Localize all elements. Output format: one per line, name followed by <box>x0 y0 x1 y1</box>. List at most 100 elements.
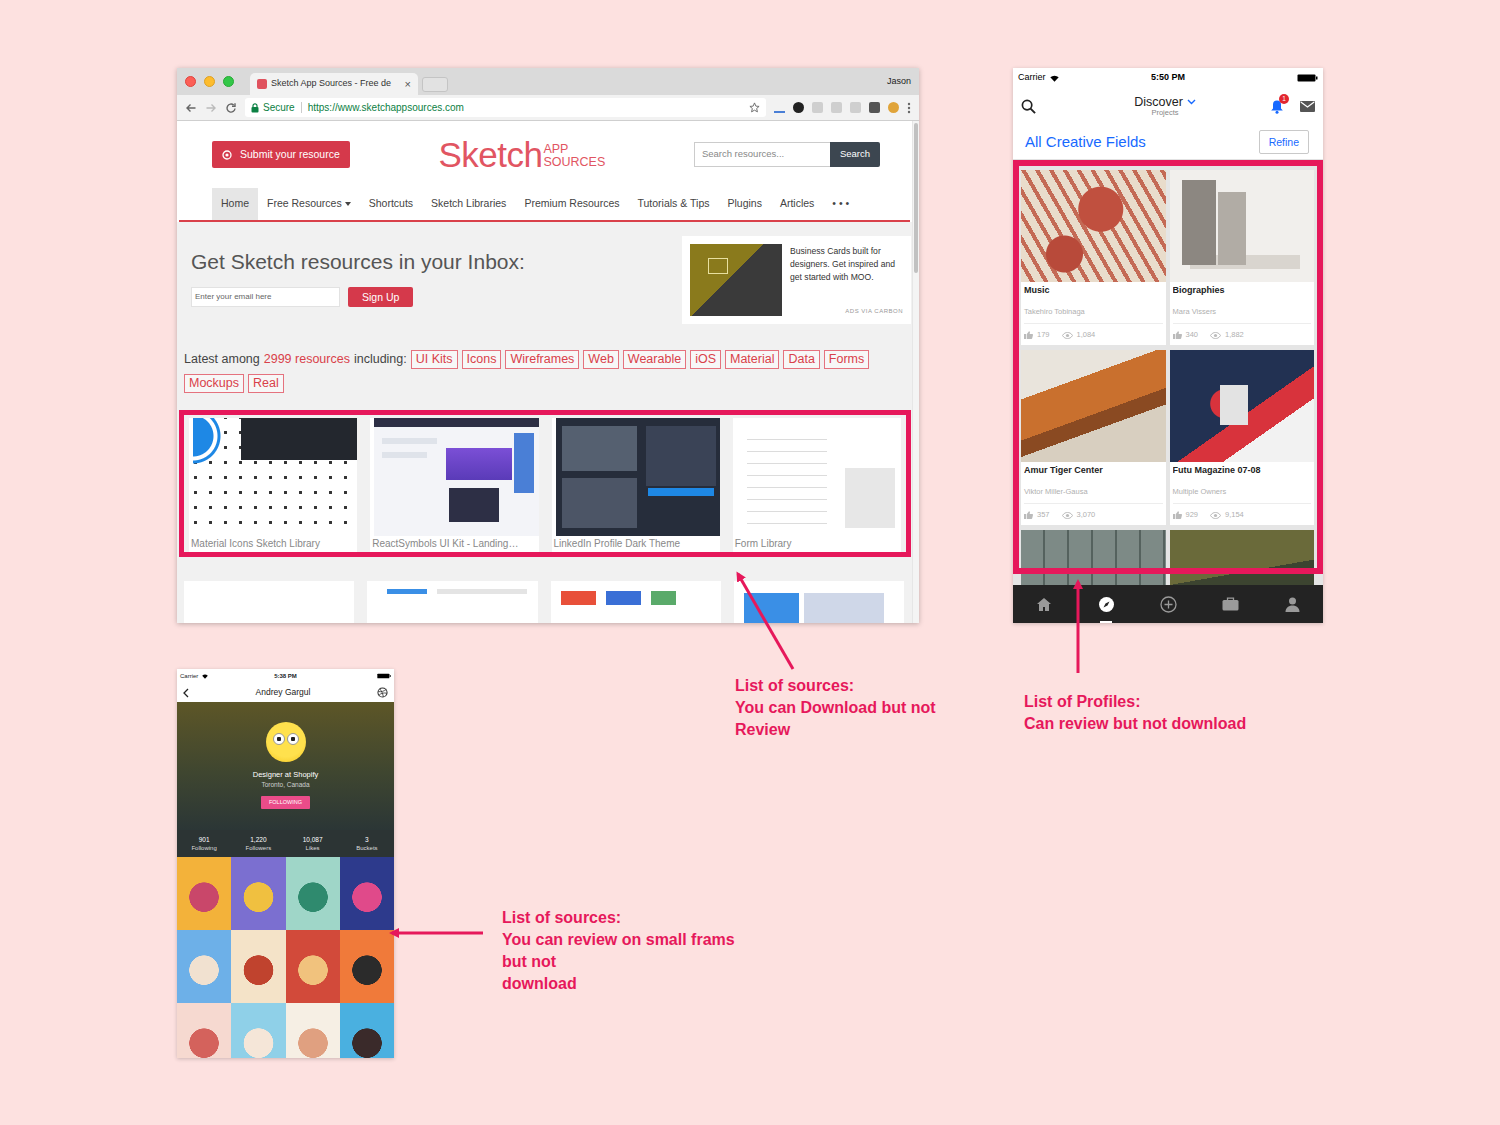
nav-item[interactable]: Premium Resources <box>515 188 628 220</box>
stat[interactable]: 3Buckets <box>340 836 394 852</box>
profile-name[interactable]: Jason <box>887 75 911 89</box>
nav-item[interactable]: Shortcuts <box>360 188 422 220</box>
reload-icon[interactable] <box>225 102 237 114</box>
minimize-button[interactable] <box>204 76 215 87</box>
tag-link[interactable]: Web <box>583 350 618 369</box>
extension-icon[interactable] <box>850 102 861 113</box>
extension-icon[interactable] <box>888 102 899 113</box>
extension-icon[interactable] <box>869 102 880 113</box>
shot-thumbnail[interactable] <box>340 1003 394 1058</box>
browser-tab[interactable]: Sketch App Sources - Free de× <box>250 73 418 95</box>
stat[interactable]: 901Following <box>177 836 231 852</box>
sign-up-button[interactable]: Sign Up <box>348 287 413 307</box>
discover-title[interactable]: DiscoverProjects <box>1134 96 1196 118</box>
shot-thumbnail[interactable] <box>286 930 340 1003</box>
menu-icon[interactable] <box>907 102 911 114</box>
tab-bar-item[interactable] <box>1024 585 1064 623</box>
resource-card[interactable]: ReactSymbols UI Kit - Landing… <box>370 418 538 552</box>
zoom-button[interactable] <box>223 76 234 87</box>
newsletter-form: Get Sketch resources in your Inbox:Sign … <box>184 236 525 307</box>
shot-thumbnail[interactable] <box>231 857 285 930</box>
tag-link[interactable]: Material <box>725 350 779 369</box>
submit-resource-button[interactable]: Submit your resource <box>212 141 350 169</box>
project-card[interactable]: Amur Tiger CenterViktor Miller-Gausa3573… <box>1021 350 1166 525</box>
project-card[interactable]: BiographiesMara Vissers3401,882 <box>1170 170 1315 345</box>
back-arrow-icon[interactable] <box>185 102 197 114</box>
project-card[interactable]: MusicTakehiro Tobinaga1791,084 <box>1021 170 1166 345</box>
project-card[interactable] <box>1170 530 1315 585</box>
resource-card[interactable] <box>551 581 721 623</box>
tag-link[interactable]: iOS <box>690 350 721 369</box>
tab-bar-item[interactable] <box>1272 585 1312 623</box>
extension-icon[interactable] <box>793 102 804 113</box>
resource-card[interactable] <box>734 581 904 623</box>
stat[interactable]: 1,220Followers <box>231 836 285 852</box>
nav-item[interactable]: Home <box>212 188 258 220</box>
creative-fields-filter[interactable]: All Creative Fields <box>1025 131 1146 154</box>
tag-link[interactable]: Wearable <box>623 350 686 369</box>
project-cover <box>1170 530 1315 585</box>
shot-thumbnail[interactable] <box>286 1003 340 1058</box>
stat[interactable]: 10,087Likes <box>286 836 340 852</box>
tab-bar-item[interactable] <box>1086 585 1126 623</box>
resource-card[interactable]: Form Library <box>733 418 901 552</box>
shot-thumbnail[interactable] <box>231 1003 285 1058</box>
shot-thumbnail[interactable] <box>286 857 340 930</box>
tag-link[interactable]: Forms <box>824 350 869 369</box>
shot-thumbnail[interactable] <box>340 930 394 1003</box>
tag-link[interactable]: Mockups <box>184 374 244 393</box>
nav-item[interactable]: Free Resources <box>258 188 360 220</box>
search-input[interactable] <box>694 142 830 167</box>
project-grid: MusicTakehiro Tobinaga1791,084Biographie… <box>1021 170 1314 585</box>
search-icon[interactable] <box>1021 99 1036 114</box>
tag-link[interactable]: UI Kits <box>411 350 458 369</box>
resource-thumbnail <box>737 418 901 536</box>
scrollbar-thumb[interactable] <box>914 123 918 273</box>
mail-icon[interactable] <box>1300 101 1315 112</box>
extension-icon[interactable] <box>812 102 823 113</box>
tag-link[interactable]: Real <box>248 374 284 393</box>
nav-item[interactable]: Sketch Libraries <box>422 188 515 220</box>
forward-arrow-icon[interactable] <box>205 102 217 114</box>
scrollbar[interactable] <box>912 121 919 623</box>
ad-box[interactable]: Business Cards built for designers. Get … <box>682 236 911 324</box>
tab-bar-item[interactable] <box>1210 585 1250 623</box>
tag-link[interactable]: Wireframes <box>505 350 579 369</box>
back-chevron-icon[interactable] <box>183 688 189 698</box>
browser-window: Sketch App Sources - Free de× Jason Secure… <box>177 68 919 623</box>
refine-button[interactable]: Refine <box>1259 130 1309 155</box>
notifications-bell-icon[interactable]: 1 <box>1270 99 1284 114</box>
stat-value: 1,220 <box>231 836 285 844</box>
shot-thumbnail[interactable] <box>177 930 231 1003</box>
tag-link[interactable]: Data <box>783 350 819 369</box>
nav-item[interactable]: Plugins <box>718 188 770 220</box>
following-button[interactable]: FOLLOWING <box>261 796 310 809</box>
dribbble-icon[interactable] <box>377 687 388 698</box>
search-button[interactable]: Search <box>830 142 880 167</box>
resource-card[interactable]: Material Icons Sketch Library <box>189 418 357 552</box>
resource-card[interactable] <box>367 581 537 623</box>
resource-card[interactable]: LinkedIn Profile Dark Theme <box>552 418 720 552</box>
shot-thumbnail[interactable] <box>177 857 231 930</box>
project-card[interactable] <box>1021 530 1166 585</box>
close-button[interactable] <box>185 76 196 87</box>
nav-item[interactable]: Tutorials & Tips <box>629 188 719 220</box>
site-logo[interactable]: SketchAPPSOURCES <box>438 137 605 172</box>
extension-icon[interactable] <box>831 102 842 113</box>
shot-thumbnail[interactable] <box>231 930 285 1003</box>
tab-close-button[interactable]: × <box>405 79 411 90</box>
resource-count-link[interactable]: 2999 resources <box>264 350 350 369</box>
nav-item[interactable]: • • • <box>823 188 858 220</box>
tag-link[interactable]: Icons <box>462 350 502 369</box>
project-card[interactable]: Futu Magazine 07-08Multiple Owners9299,1… <box>1170 350 1315 525</box>
extension-icon[interactable] <box>774 102 785 113</box>
new-tab-button[interactable] <box>422 77 448 92</box>
shot-thumbnail[interactable] <box>340 857 394 930</box>
nav-item[interactable]: Articles <box>771 188 823 220</box>
tab-bar-item[interactable] <box>1148 585 1188 623</box>
bookmark-star-icon[interactable] <box>749 102 760 113</box>
shot-thumbnail[interactable] <box>177 1003 231 1058</box>
omnibox[interactable]: Securehttps://www.sketchappsources.com <box>245 98 766 117</box>
email-input[interactable] <box>191 287 340 307</box>
resource-card[interactable] <box>184 581 354 623</box>
